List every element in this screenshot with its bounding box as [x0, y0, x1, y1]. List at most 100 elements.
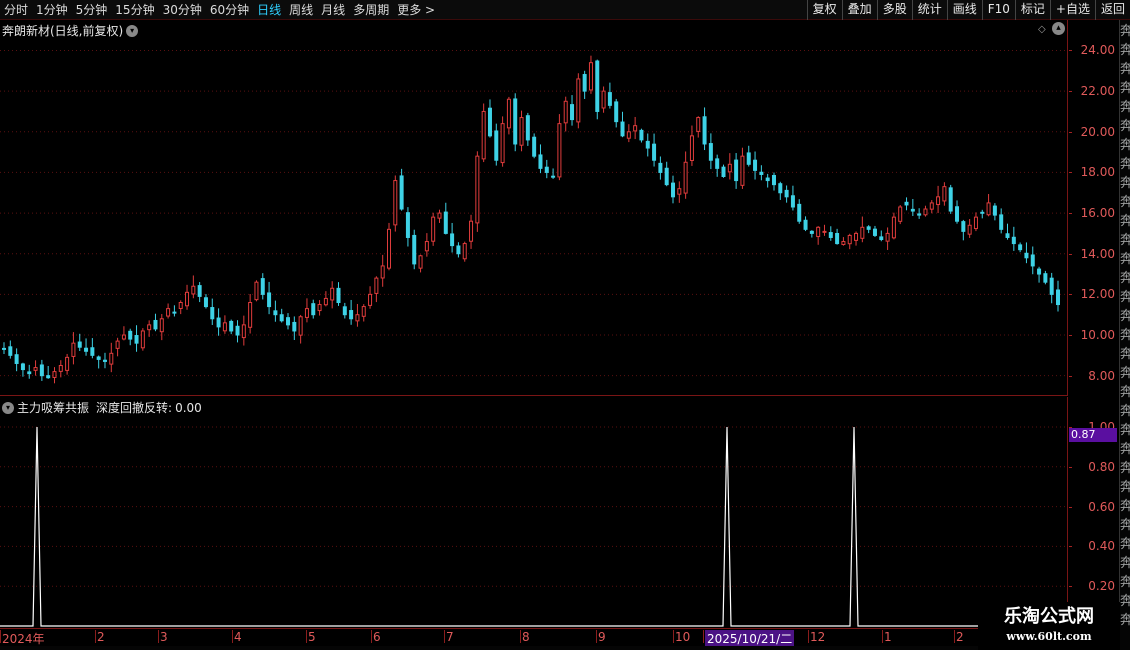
candle — [778, 181, 783, 200]
candle — [506, 96, 511, 135]
tool-button-3[interactable]: 统计 — [911, 0, 947, 20]
tool-button-4[interactable]: 画线 — [946, 0, 982, 20]
candle-body — [418, 255, 423, 269]
period-tab-9[interactable]: 多周期 — [349, 0, 393, 20]
candle-body — [1037, 268, 1042, 275]
indicator-y-tick: 0.80 — [1069, 460, 1118, 474]
candle-body — [765, 177, 770, 182]
chevron-up-icon[interactable]: ▴ — [1052, 22, 1065, 35]
candle-body — [8, 346, 13, 356]
candle — [374, 276, 379, 303]
indicator-y-tick: 0.20 — [1069, 579, 1118, 593]
candle — [115, 337, 120, 357]
period-tab-2[interactable]: 5分钟 — [72, 0, 112, 20]
candle — [910, 198, 915, 217]
candle — [58, 360, 63, 378]
candle-body — [595, 60, 600, 112]
candle — [71, 332, 76, 365]
period-tab-7[interactable]: 周线 — [285, 0, 317, 20]
x-axis-label: 4 — [232, 630, 242, 644]
candle — [967, 218, 972, 238]
candle — [412, 229, 417, 270]
candle — [955, 200, 960, 224]
tool-button-1[interactable]: 叠加 — [841, 0, 877, 20]
candle-body — [961, 221, 966, 232]
candle-body — [992, 205, 997, 216]
candle — [961, 219, 966, 241]
candle-body — [999, 214, 1004, 230]
right-info-strip[interactable]: 奔奔奔奔奔奔奔奔奔奔奔奔奔奔奔奔奔奔奔奔奔奔奔奔奔奔奔奔奔奔奔奔 — [1119, 20, 1130, 650]
candle-body — [27, 371, 32, 375]
candle-body — [443, 211, 448, 234]
candle-body — [727, 163, 732, 173]
candle — [1024, 242, 1029, 264]
candle-body — [229, 320, 234, 332]
candle-body — [771, 174, 776, 186]
candle — [917, 208, 922, 219]
period-tab-0[interactable]: 分时 — [0, 0, 32, 20]
candle-body — [393, 180, 398, 226]
candle-body — [790, 195, 795, 208]
candle — [450, 222, 455, 253]
chevron-down-icon[interactable]: ▾ — [2, 401, 14, 414]
candlestick-chart[interactable] — [0, 20, 1068, 396]
chevron-down-icon[interactable]: ▾ — [126, 24, 139, 37]
candle — [664, 161, 669, 187]
period-tab-3[interactable]: 15分钟 — [111, 0, 158, 20]
candle — [393, 175, 398, 232]
candle — [828, 226, 833, 241]
diamond-icon[interactable]: ◇ — [1038, 24, 1046, 35]
candle-body — [1024, 252, 1029, 259]
period-tab-5[interactable]: 60分钟 — [206, 0, 253, 20]
tool-button-6[interactable]: 标记 — [1014, 0, 1050, 20]
x-axis-label: 8 — [520, 630, 530, 644]
period-tab-8[interactable]: 月线 — [317, 0, 349, 20]
period-tab-4[interactable]: 30分钟 — [159, 0, 206, 20]
candle — [172, 305, 177, 317]
candle-body — [506, 98, 511, 129]
candle — [368, 286, 373, 309]
candle-body — [759, 171, 764, 175]
candle — [708, 133, 713, 170]
candle — [626, 124, 631, 143]
price-y-axis: 24.00 22.00 20.00 18.00 16.00 14.00 12.00 10.00… — [1069, 20, 1119, 397]
candle-body — [513, 98, 518, 145]
candle — [216, 308, 221, 336]
candle-body — [734, 159, 739, 182]
x-axis-label: 9 — [596, 630, 606, 644]
candle-body — [456, 245, 461, 255]
candle — [248, 293, 253, 334]
tool-button-8[interactable]: 返回 — [1094, 0, 1130, 20]
candle — [342, 302, 347, 319]
indicator-panel[interactable]: ▾ 主力吸筹共振 深度回撤反转: 0.00 — [0, 397, 1068, 628]
indicator-line — [0, 426, 1068, 627]
tool-button-5[interactable]: F10 — [981, 0, 1015, 20]
candle — [1030, 246, 1035, 275]
candle — [822, 224, 827, 236]
candle-body — [469, 220, 474, 242]
x-axis-label: 6 — [371, 630, 381, 644]
period-tab-10[interactable]: 更多 > — [393, 0, 439, 20]
candle — [380, 254, 385, 287]
tool-button-0[interactable]: 复权 — [806, 0, 842, 20]
candle — [601, 86, 606, 113]
candle-body — [128, 330, 133, 340]
candle-body — [967, 224, 972, 235]
candle — [904, 197, 909, 211]
candle — [847, 233, 852, 250]
period-tab-1[interactable]: 1分钟 — [32, 0, 72, 20]
candle-body — [475, 155, 480, 224]
x-axis-label: 1 — [882, 630, 892, 644]
candle — [84, 338, 89, 356]
candle-body — [437, 212, 442, 219]
candle — [437, 209, 442, 223]
price-panel[interactable]: 奔朗新材(日线,前复权) ▾ ◇ ▴ — [0, 20, 1068, 396]
candle — [639, 128, 644, 143]
tool-button-2[interactable]: 多股 — [876, 0, 912, 20]
period-tab-6[interactable]: 日线 — [253, 0, 285, 20]
tool-button-7[interactable]: +自选 — [1049, 0, 1095, 20]
candle — [942, 182, 947, 206]
candle-body — [405, 212, 410, 238]
candle — [27, 364, 32, 379]
indicator-chart[interactable] — [0, 397, 1068, 628]
